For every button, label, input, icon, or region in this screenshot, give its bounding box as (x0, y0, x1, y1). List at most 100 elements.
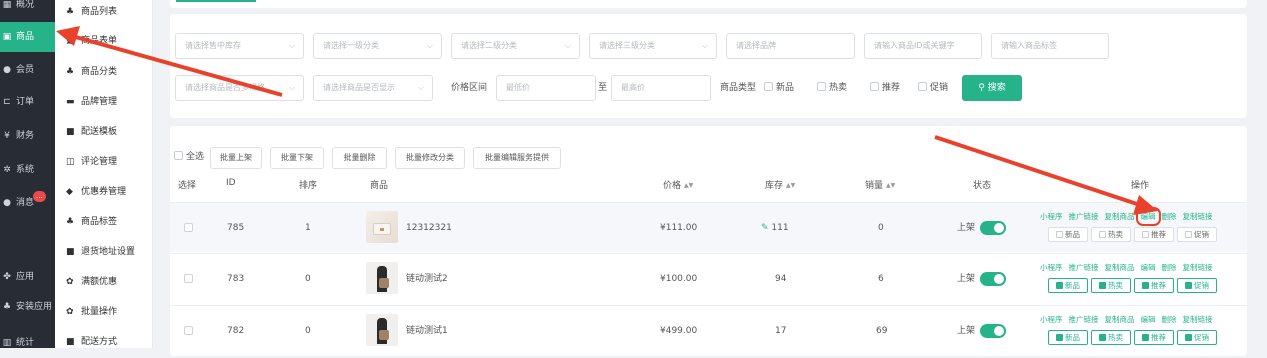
delete-link[interactable]: 删除 (1162, 263, 1177, 272)
copy-url-link[interactable]: 复制链接 (1183, 263, 1213, 272)
nav-messages[interactable]: ● 消息... (0, 188, 55, 218)
product-thumbnail (366, 211, 398, 243)
sub-nav-batch-ops[interactable]: ✿ 批量操作 (55, 297, 153, 327)
tag-recommend[interactable]: 推荐 (1134, 227, 1174, 242)
type-new-checkbox[interactable]: 新品 (764, 75, 794, 101)
category1-select[interactable]: 请选择一级分类 ⌵ (313, 33, 442, 59)
main-sidebar: ▦ 概况 ▣ 商品 ● 会员 ⊏ 订单 ¥ 财务 ✲ 系统 ● 消息... ✤ 应用 ♣ 安装应用… (0, 0, 55, 348)
nav-stats[interactable]: ▥ 统计 (0, 328, 55, 358)
keyword-input[interactable]: 请输入商品ID或关键字 (864, 33, 982, 59)
category-icon: ♣ (66, 67, 75, 77)
batch-service-button[interactable]: 批量编辑服务提供 (473, 147, 561, 169)
batch-off-button[interactable]: 批量下架 (270, 147, 324, 169)
sub-nav-full-discount[interactable]: ✿ 满额优惠 (55, 267, 153, 297)
batch-category-button[interactable]: 批量修改分类 (395, 147, 465, 169)
row-checkbox[interactable] (184, 326, 193, 335)
row-checkbox[interactable] (184, 223, 193, 232)
category2-select[interactable]: 请选择二级分类 ⌵ (451, 33, 580, 59)
min-price-input[interactable]: 最低价 (496, 75, 596, 101)
nav-overview[interactable]: ▦ 概况 (0, 0, 55, 20)
copy-product-link[interactable]: 复制商品 (1105, 315, 1135, 324)
tag-promo[interactable]: 促销 (1177, 330, 1217, 345)
status-toggle[interactable] (980, 324, 1006, 338)
gift-icon: ✿ (66, 277, 74, 287)
delete-link[interactable]: 删除 (1162, 212, 1177, 221)
edit-link[interactable]: 编辑 (1135, 207, 1161, 226)
copy-url-link[interactable]: 复制链接 (1183, 315, 1213, 324)
nav-goods[interactable]: ▣ 商品 (0, 22, 55, 52)
type-hot-checkbox[interactable]: 热卖 (817, 75, 847, 101)
sub-nav-comments[interactable]: ◫ 评论管理 (55, 147, 153, 177)
active-tab-indicator (176, 0, 256, 2)
row-checkbox[interactable] (184, 274, 193, 283)
tag-recommend[interactable]: 推荐 (1134, 330, 1174, 345)
brand-select[interactable]: 请选择品牌 (726, 33, 855, 59)
sub-nav-return-address[interactable]: ■ 退货地址设置 (55, 237, 153, 267)
promo-link[interactable]: 推广链接 (1069, 212, 1099, 221)
product-thumbnail (366, 262, 398, 294)
mini-program-link[interactable]: 小程序 (1040, 212, 1063, 221)
tag-new[interactable]: 新品 (1048, 330, 1088, 345)
product-name: 链动测试1 (406, 326, 448, 336)
tag-hot[interactable]: 热卖 (1091, 278, 1131, 293)
nav-orders[interactable]: ⊏ 订单 (0, 87, 55, 117)
delete-link[interactable]: 删除 (1162, 315, 1177, 324)
edit-pencil-icon[interactable]: ✎ (761, 223, 771, 233)
col-price[interactable]: 价格 ▲▼ (663, 178, 693, 191)
tag-input[interactable]: 请输入商品标签 (991, 33, 1109, 59)
status-toggle[interactable] (980, 221, 1006, 235)
nav-install-apps[interactable]: ♣ 安装应用 (0, 292, 55, 322)
tag-promo[interactable]: 促销 (1177, 227, 1217, 242)
sub-nav-brand[interactable]: ▬ 品牌管理 (55, 87, 153, 117)
category3-select[interactable]: 请选择三级分类 ⌵ (589, 33, 717, 59)
tag-new[interactable]: 新品 (1048, 278, 1088, 293)
tag-hot[interactable]: 热卖 (1091, 227, 1131, 242)
sub-nav-delivery[interactable]: ■ 配送方式 (55, 327, 153, 357)
dashboard-icon: ▦ (2, 0, 12, 10)
spec-select[interactable]: 请选择商品是否多规格 ⌵ (175, 75, 304, 101)
sub-nav-category[interactable]: ♣ 商品分类 (55, 57, 153, 87)
batch-delete-button[interactable]: 批量删除 (332, 147, 387, 169)
mini-program-link[interactable]: 小程序 (1040, 263, 1063, 272)
max-price-input[interactable]: 最高价 (611, 75, 711, 101)
row-sales: 6 (878, 274, 884, 284)
status-toggle[interactable] (980, 272, 1006, 286)
users-icon: ● (3, 65, 11, 75)
sub-nav-shipping-template[interactable]: ■ 配送模板 (55, 117, 153, 147)
truck-icon: ■ (66, 247, 75, 257)
copy-url-link[interactable]: 复制链接 (1183, 212, 1213, 221)
batch-on-button[interactable]: 批量上架 (210, 147, 262, 169)
nav-members[interactable]: ● 会员 (0, 55, 55, 85)
search-button[interactable]: ⚲ 搜索 (962, 75, 1022, 101)
nav-apps[interactable]: ✤ 应用 (0, 262, 55, 292)
tag-recommend[interactable]: 推荐 (1134, 278, 1174, 293)
copy-product-link[interactable]: 复制商品 (1105, 212, 1135, 221)
sub-nav-goods-form[interactable]: ▣ 商品表单 (55, 26, 153, 56)
tag-new[interactable]: 新品 (1048, 227, 1088, 242)
col-stock[interactable]: 库存 ▲▼ (765, 178, 795, 191)
col-sales[interactable]: 销量 ▲▼ (865, 178, 895, 191)
display-select[interactable]: 请选择商品是否显示 ⌵ (313, 75, 433, 101)
type-recommend-checkbox[interactable]: 推荐 (870, 75, 900, 101)
truck-icon: ■ (66, 127, 75, 137)
stock-select[interactable]: 请选择售中库存 ⌵ (175, 33, 304, 59)
type-promo-checkbox[interactable]: 促销 (918, 75, 948, 101)
nav-finance[interactable]: ¥ 财务 (0, 121, 55, 151)
promo-link[interactable]: 推广链接 (1069, 263, 1099, 272)
edit-link[interactable]: 编辑 (1141, 263, 1156, 272)
mini-program-link[interactable]: 小程序 (1040, 315, 1063, 324)
select-all-checkbox[interactable]: 全选 (174, 144, 204, 170)
row-actions: 小程序 推广链接 复制商品 编辑 删除 复制链接 (1040, 207, 1219, 226)
edit-link[interactable]: 编辑 (1141, 315, 1156, 324)
promo-link[interactable]: 推广链接 (1069, 315, 1099, 324)
yen-icon: ¥ (4, 131, 10, 141)
copy-product-link[interactable]: 复制商品 (1105, 263, 1135, 272)
sub-nav-goods-list[interactable]: ♣ 商品列表 (55, 0, 153, 27)
nav-system[interactable]: ✲ 系统 (0, 155, 55, 185)
tag-hot[interactable]: 热卖 (1091, 330, 1131, 345)
sub-nav-tags[interactable]: ♣ 商品标签 (55, 207, 153, 237)
row-id: 782 (227, 326, 245, 336)
sub-nav-coupons[interactable]: ◆ 优惠券管理 (55, 177, 153, 207)
row-stock: ✎ 111 (761, 223, 789, 233)
tag-promo[interactable]: 促销 (1177, 278, 1217, 293)
